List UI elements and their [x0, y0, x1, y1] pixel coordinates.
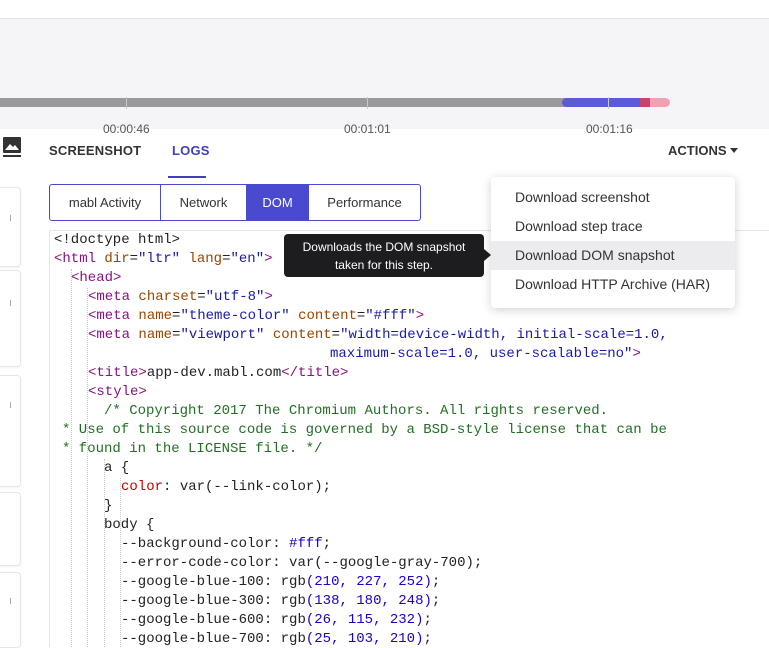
- timeline-tick: [608, 97, 609, 109]
- code-line: <meta name="theme-color" content="#fff">: [88, 308, 425, 324]
- menu-item-download-screenshot[interactable]: Download screenshot: [491, 183, 735, 212]
- tooltip-line: taken for this step.: [334, 258, 434, 272]
- code-comment: * found in the LICENSE file. */: [62, 441, 323, 457]
- timeline-tick-label: 00:00:46: [103, 122, 150, 136]
- code-line: --google-blue-100: rgb(210, 227, 252);: [121, 574, 441, 590]
- tab-logs[interactable]: LOGS: [172, 143, 210, 158]
- step-card[interactable]: [0, 270, 21, 367]
- code-line: body {: [104, 517, 155, 533]
- tab-screenshot[interactable]: SCREENSHOT: [49, 143, 141, 158]
- timeline-tick: [126, 97, 127, 109]
- actions-dropdown-button[interactable]: ACTIONS: [668, 143, 738, 158]
- code-line: color: var(--link-color);: [121, 479, 332, 495]
- actions-menu: Download screenshot Download step trace …: [491, 177, 735, 308]
- step-card-mark: [10, 402, 15, 408]
- code-line: <html dir="ltr" lang="en">: [54, 251, 273, 267]
- code-line: --background-color: #fff;: [121, 536, 332, 552]
- code-line: a {: [104, 460, 130, 476]
- timeline-tick-label: 00:01:16: [586, 122, 633, 136]
- code-line: --error-code-color: var(--google-gray-70…: [121, 555, 483, 571]
- code-line: --google-blue-300: rgb(138, 180, 248);: [121, 593, 441, 609]
- tab-active-indicator: [168, 176, 206, 178]
- tooltip: Downloads the DOM snapshot taken for thi…: [284, 234, 484, 277]
- code-line: maximum-scale=1.0, user-scalable=no">: [330, 346, 641, 362]
- code-line: --google-blue-700: rgb(25, 103, 210);: [121, 631, 432, 647]
- menu-item-download-dom-snapshot[interactable]: Download DOM snapshot: [491, 241, 735, 270]
- timeline[interactable]: 00:00:46 00:01:01 00:01:16: [0, 19, 769, 136]
- timeline-tick: [367, 97, 368, 109]
- code-line: --google-blue-600: rgb(26, 115, 232);: [121, 612, 432, 628]
- timeline-tail-segment: [650, 98, 670, 107]
- code-line: <meta charset="utf-8">: [88, 289, 273, 305]
- code-line: <title>app-dev.mabl.com</title>: [88, 365, 349, 381]
- tooltip-arrow: [484, 249, 491, 261]
- log-tab-mabl-activity[interactable]: mabl Activity: [50, 185, 161, 220]
- step-card-mark: [10, 215, 15, 221]
- timeline-tick-label: 00:01:01: [344, 122, 391, 136]
- code-line: <style>: [88, 384, 147, 400]
- log-tab-performance[interactable]: Performance: [309, 185, 420, 220]
- code-comment: /* Copyright 2017 The Chromium Authors. …: [104, 403, 609, 419]
- actions-label: ACTIONS: [668, 143, 727, 158]
- step-card[interactable]: [0, 375, 21, 487]
- log-tab-dom[interactable]: DOM: [247, 185, 309, 220]
- code-line: <meta name="viewport" content="width=dev…: [88, 327, 668, 343]
- log-tab-network[interactable]: Network: [161, 185, 247, 220]
- indent-guide: [104, 459, 105, 647]
- menu-item-download-har[interactable]: Download HTTP Archive (HAR): [491, 270, 735, 299]
- code-line: <!doctype html>: [54, 232, 181, 248]
- menu-item-download-step-trace[interactable]: Download step trace: [491, 212, 735, 241]
- step-card[interactable]: [0, 572, 21, 648]
- step-card-mark: [10, 598, 15, 604]
- code-line: <head>: [71, 270, 122, 286]
- top-bar: [0, 0, 769, 19]
- step-card[interactable]: [0, 187, 21, 267]
- step-card[interactable]: [0, 492, 21, 566]
- log-type-tabs: mabl Activity Network DOM Performance: [49, 184, 421, 221]
- tooltip-line: Downloads the DOM snapshot: [302, 240, 466, 254]
- step-list: [0, 130, 22, 648]
- step-card-mark: [10, 300, 15, 306]
- code-line: }: [104, 498, 113, 514]
- caret-down-icon: [729, 148, 738, 153]
- code-comment: * Use of this source code is governed by…: [62, 422, 667, 438]
